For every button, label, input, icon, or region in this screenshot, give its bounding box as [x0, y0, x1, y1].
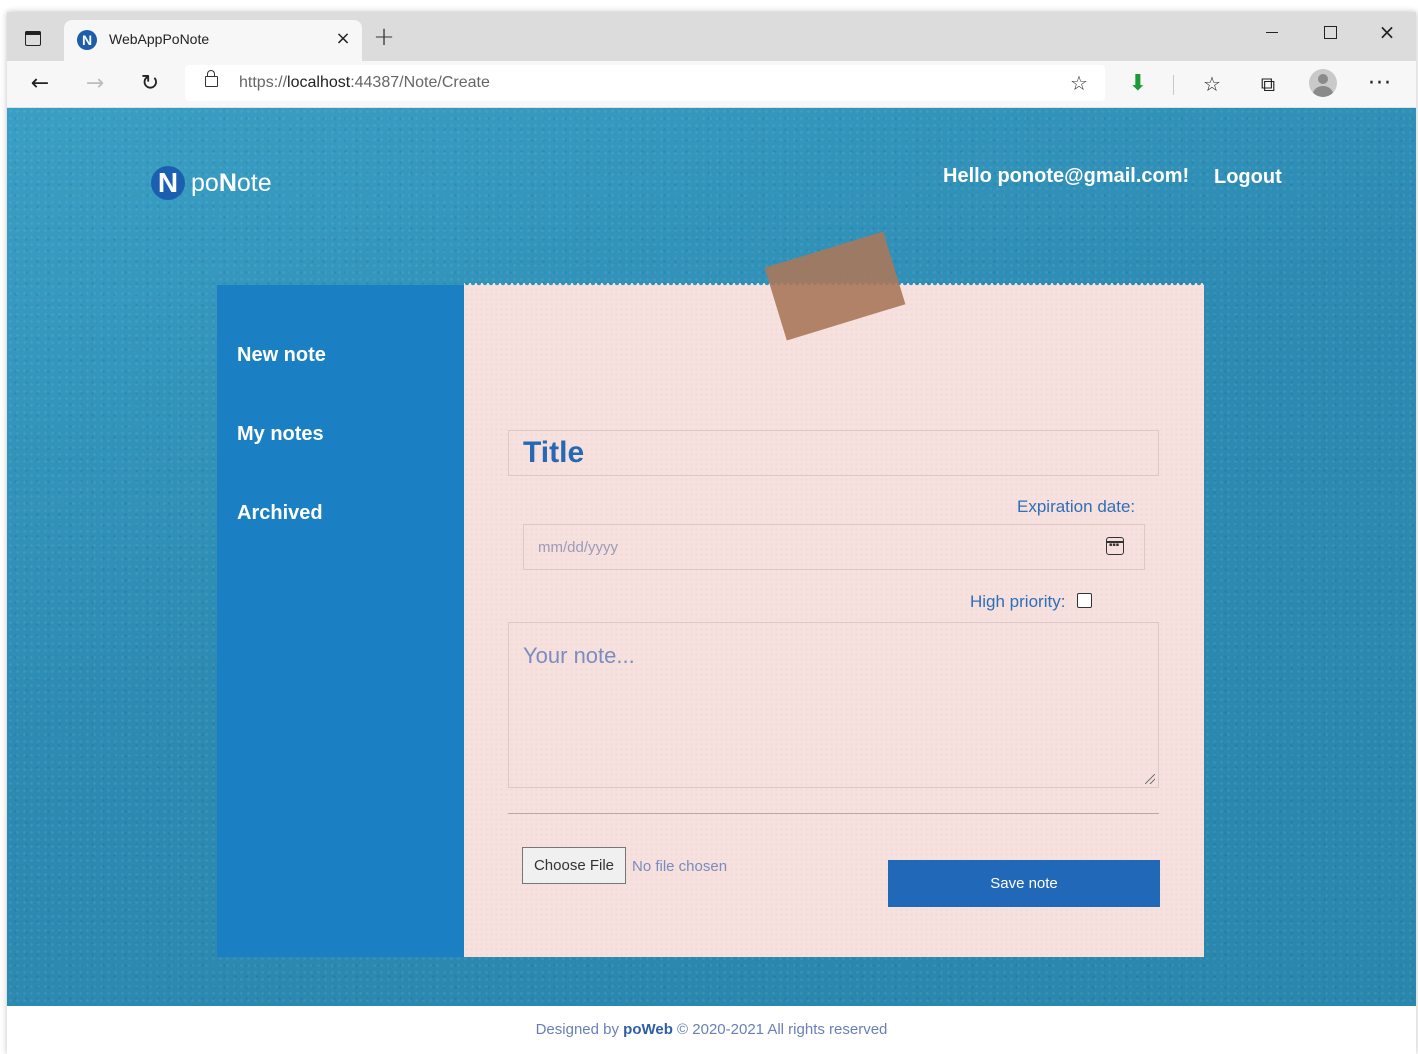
- user-greeting: Hello ponote@gmail.com!: [943, 165, 1190, 187]
- browser-window: N WebAppPoNote × + × ← → ↻ https://local…: [7, 12, 1416, 1054]
- add-favorite-icon[interactable]: ☆: [1067, 71, 1091, 95]
- minimize-icon[interactable]: [1247, 16, 1297, 48]
- note-placeholder: Your note...: [523, 643, 635, 668]
- expiration-label: Expiration date:: [1017, 497, 1136, 516]
- tab-actions-icon[interactable]: [23, 29, 45, 49]
- favicon-icon: N: [77, 30, 97, 50]
- reload-icon[interactable]: ↻: [135, 69, 165, 99]
- browser-toolbar: ← → ↻ https://localhost:44387/Note/Creat…: [7, 61, 1416, 108]
- maximize-icon[interactable]: [1305, 16, 1355, 48]
- page-viewport: N poNote Hello ponote@gmail.com! Logout …: [7, 108, 1416, 1006]
- file-status: No file chosen: [632, 858, 728, 875]
- back-icon[interactable]: ←: [25, 69, 55, 99]
- favorites-icon[interactable]: ☆: [1197, 69, 1227, 99]
- form-divider: [508, 813, 1159, 814]
- sidebar: New note My notes Archived: [217, 285, 464, 957]
- sidebar-item-archived[interactable]: Archived: [237, 502, 323, 525]
- footer-text: Designed by poWeb © 2020-2021 All rights…: [535, 1021, 888, 1038]
- calendar-icon[interactable]: [1106, 537, 1124, 555]
- choose-file-button[interactable]: Choose File: [522, 847, 626, 884]
- toolbar-separator: [1173, 75, 1174, 95]
- sidebar-item-my-notes[interactable]: My notes: [237, 423, 324, 446]
- download-icon[interactable]: ⬇: [1123, 69, 1153, 99]
- browser-tab[interactable]: N WebAppPoNote ×: [64, 20, 362, 61]
- brand-mark-icon: N: [151, 166, 185, 200]
- more-icon[interactable]: ···: [1365, 69, 1395, 99]
- expiration-date-input[interactable]: mm/dd/yyyy: [523, 524, 1145, 570]
- title-input[interactable]: Title: [508, 430, 1159, 476]
- url-text[interactable]: https://localhost:44387/Note/Create: [239, 74, 490, 92]
- note-textarea[interactable]: Your note...: [508, 622, 1159, 788]
- tab-title: WebAppPoNote: [109, 31, 210, 47]
- logout-link[interactable]: Logout: [1214, 166, 1282, 189]
- save-note-button[interactable]: Save note: [888, 860, 1160, 907]
- high-priority-checkbox[interactable]: [1077, 593, 1092, 608]
- sidebar-item-new-note[interactable]: New note: [237, 344, 326, 367]
- profile-icon[interactable]: [1309, 69, 1337, 97]
- high-priority-label: High priority:: [970, 592, 1066, 611]
- close-icon[interactable]: ×: [1362, 16, 1412, 48]
- new-tab-icon[interactable]: +: [371, 24, 397, 51]
- tab-strip: N WebAppPoNote × + ×: [7, 12, 1416, 61]
- footer-brand[interactable]: poWeb: [623, 1021, 673, 1038]
- page-footer: Designed by poWeb © 2020-2021 All rights…: [7, 1006, 1416, 1054]
- collections-icon[interactable]: ⧉: [1253, 69, 1283, 99]
- forward-icon[interactable]: →: [80, 69, 110, 99]
- lock-icon[interactable]: [205, 70, 218, 87]
- date-placeholder: mm/dd/yyyy: [538, 539, 619, 556]
- address-bar[interactable]: https://localhost:44387/Note/Create ☆: [185, 65, 1105, 101]
- brand-name: poNote: [191, 169, 272, 197]
- resize-handle-icon[interactable]: [1145, 774, 1155, 784]
- tab-close-icon[interactable]: ×: [332, 28, 354, 50]
